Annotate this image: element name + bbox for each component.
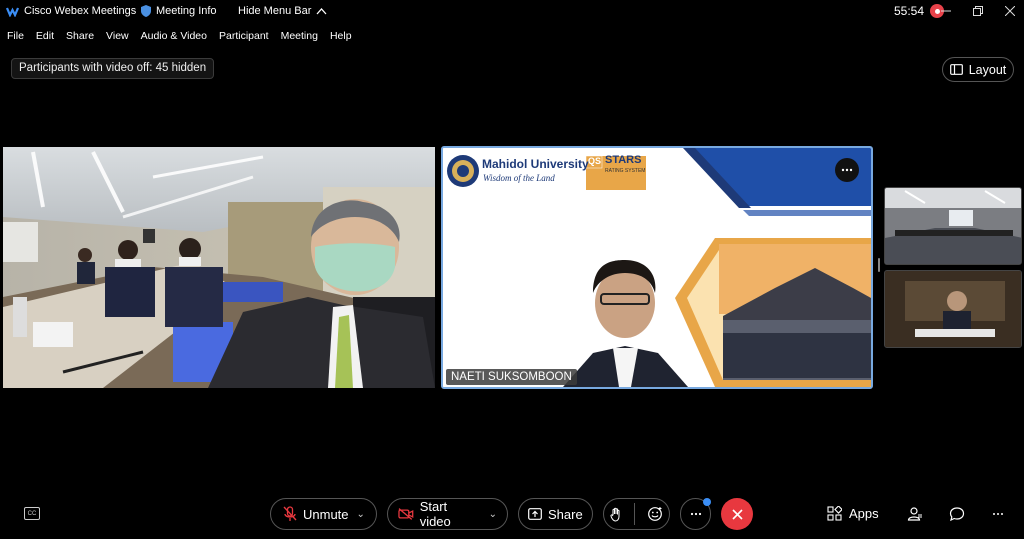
video-thumbnail-person[interactable]	[884, 270, 1022, 348]
menu-audio-video[interactable]: Audio & Video	[135, 27, 213, 45]
apps-grid-icon	[827, 506, 842, 521]
restore-icon	[973, 6, 983, 16]
reactions-group	[603, 498, 670, 530]
menu-view[interactable]: View	[100, 27, 135, 45]
shield-icon	[141, 5, 151, 17]
filmstrip-resize-handle[interactable]	[878, 258, 880, 272]
room-thumbnail-video	[885, 188, 1021, 264]
participants-icon	[907, 507, 922, 521]
restore-button[interactable]	[964, 0, 992, 22]
webex-logo-icon	[6, 7, 19, 17]
leave-meeting-button[interactable]	[721, 498, 753, 530]
chat-button[interactable]	[948, 505, 966, 523]
speaker-name-label: NAETI SUKSOMBOON	[446, 369, 577, 385]
chat-bubble-icon	[949, 507, 965, 522]
hidden-participants-notice[interactable]: Participants with video off: 45 hidden	[11, 58, 215, 79]
meeting-info-label: Meeting Info	[156, 5, 217, 17]
more-horizontal-icon	[841, 168, 853, 172]
menu-share[interactable]: Share	[60, 27, 100, 45]
slide-qs-prefix: QS	[588, 156, 602, 166]
more-panels-button[interactable]	[989, 505, 1007, 523]
mahidol-logo-icon	[447, 155, 479, 187]
close-icon	[731, 508, 743, 520]
minimize-icon	[941, 10, 951, 12]
microphone-muted-icon	[283, 506, 297, 521]
menu-participant[interactable]: Participant	[213, 27, 275, 45]
menu-help[interactable]: Help	[324, 27, 358, 45]
closed-captions-button[interactable]: CC	[24, 507, 40, 520]
conference-room-video	[3, 147, 435, 388]
title-bar: Cisco Webex Meetings Meeting Info Hide M…	[0, 0, 1024, 24]
meeting-info-button[interactable]: Meeting Info	[141, 5, 217, 17]
slide-motto: Wisdom of the Land	[483, 173, 555, 183]
app-title-text: Cisco Webex Meetings	[24, 5, 137, 17]
video-tile-conference-room[interactable]	[3, 147, 435, 388]
video-off-icon	[398, 508, 414, 520]
unmute-button[interactable]: Unmute ⌄	[270, 498, 377, 530]
share-screen-icon	[528, 508, 542, 520]
window-controls	[928, 0, 1024, 22]
notification-dot	[703, 498, 711, 506]
layout-icon	[949, 64, 963, 75]
apps-label: Apps	[849, 506, 879, 521]
hide-menu-label: Hide Menu Bar	[238, 5, 312, 17]
participants-button[interactable]	[906, 505, 924, 523]
person-thumbnail-video	[885, 271, 1021, 347]
slide-university-name: Mahidol University	[482, 157, 589, 171]
close-window-button[interactable]	[996, 0, 1024, 22]
slide-qs-rating: RATING SYSTEM	[605, 168, 646, 174]
tile-more-options-button[interactable]	[835, 158, 859, 182]
layout-button[interactable]: Layout	[942, 57, 1014, 82]
start-video-label: Start video	[419, 499, 451, 529]
raise-hand-icon[interactable]	[610, 507, 622, 522]
slide-qs-stars: STARS	[605, 154, 642, 166]
minimize-button[interactable]	[932, 0, 960, 22]
reactions-divider	[634, 503, 635, 525]
menu-meeting[interactable]: Meeting	[275, 27, 324, 45]
menu-file[interactable]: File	[0, 27, 30, 45]
menu-bar: File Edit Share View Audio & Video Parti…	[0, 27, 358, 45]
speaker-video	[443, 148, 871, 387]
video-tile-active-speaker[interactable]: Mahidol University Wisdom of the Land QS…	[441, 146, 873, 389]
share-button[interactable]: Share	[518, 498, 593, 530]
more-horizontal-icon	[690, 512, 701, 516]
chevron-up-icon	[316, 8, 327, 15]
apps-button[interactable]: Apps	[827, 506, 879, 521]
share-label: Share	[548, 506, 583, 522]
close-icon	[1005, 6, 1015, 16]
hide-menu-bar-button[interactable]: Hide Menu Bar	[238, 5, 327, 17]
app-title: Cisco Webex Meetings	[6, 5, 136, 17]
timer-text: 55:54	[894, 4, 925, 18]
video-thumbnail-room[interactable]	[884, 187, 1022, 265]
chevron-down-icon[interactable]: ⌄	[357, 509, 365, 520]
layout-label: Layout	[968, 62, 1007, 77]
more-horizontal-icon	[993, 513, 1003, 515]
start-video-button[interactable]: Start video ⌄	[387, 498, 508, 530]
menu-edit[interactable]: Edit	[30, 27, 60, 45]
chevron-down-icon[interactable]: ⌄	[489, 509, 497, 520]
unmute-label: Unmute	[303, 506, 349, 522]
reactions-smiley-icon[interactable]	[647, 506, 663, 522]
